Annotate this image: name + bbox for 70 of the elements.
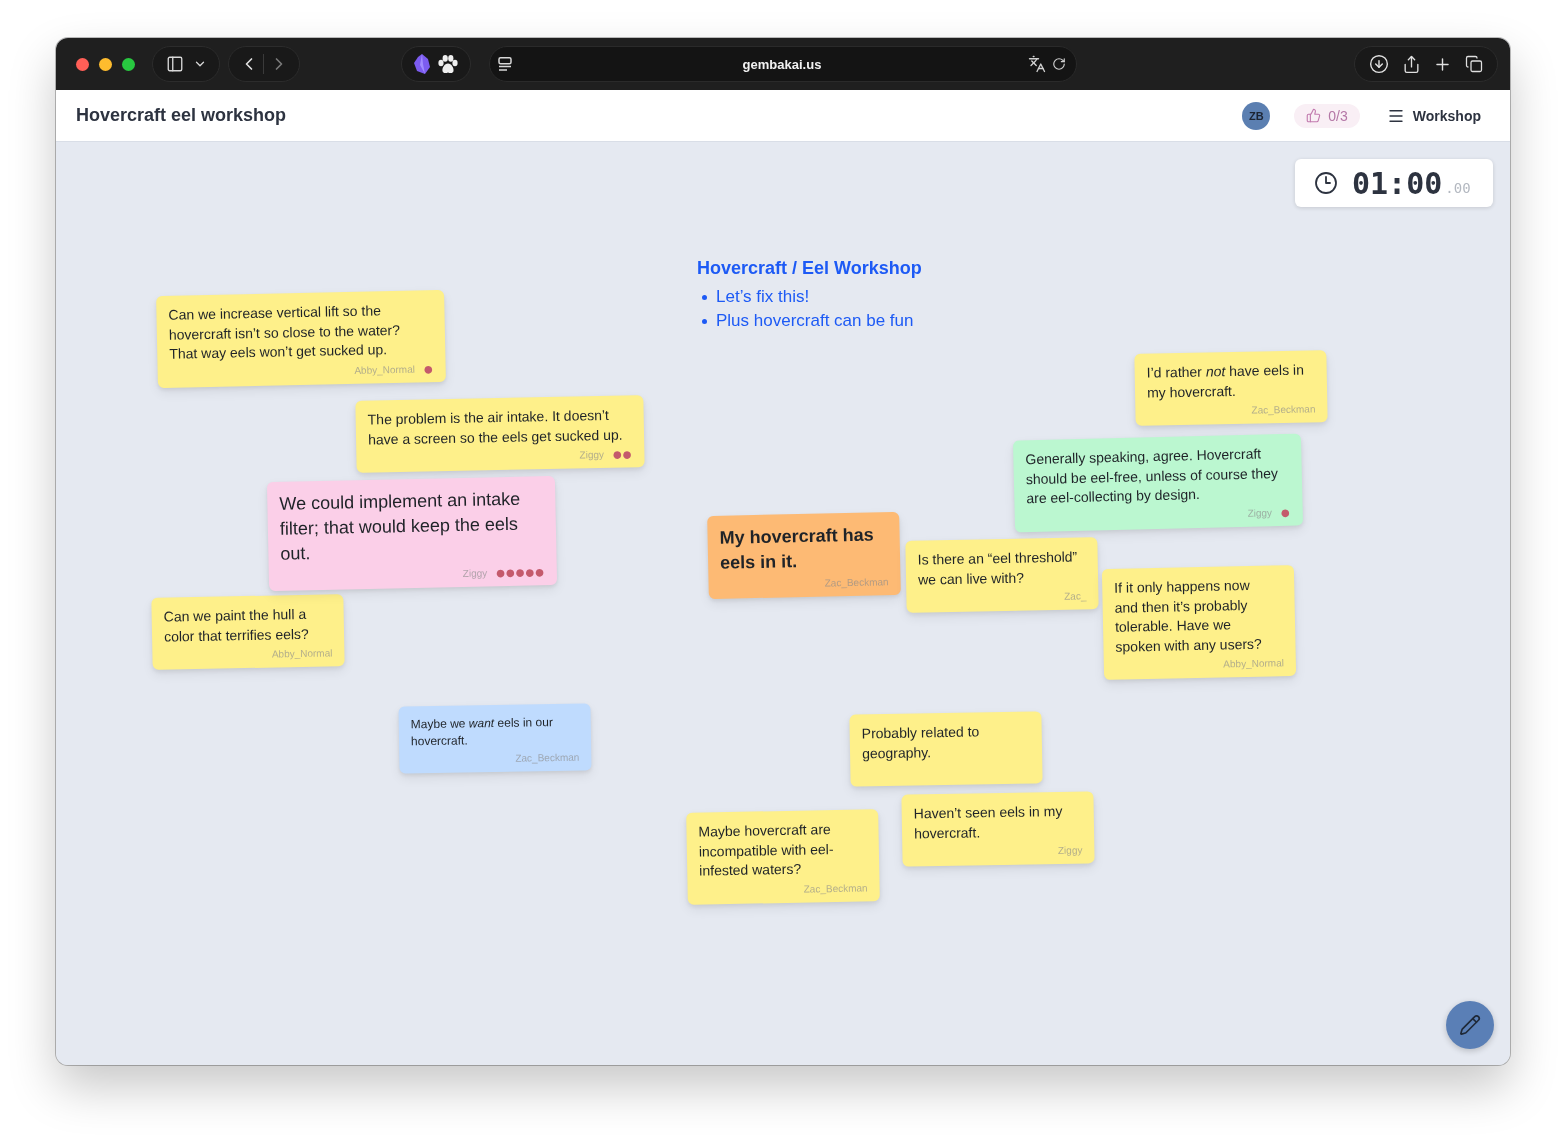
sticky-note[interactable]: I’d rather not have eels in my hovercraft. Zac_Beckman <box>1134 350 1328 426</box>
sticky-note[interactable]: The problem is the air intake. It doesn’t have a screen so the eels get sucked up. Ziggy ●● <box>355 395 645 473</box>
vote-indicator: ● <box>1280 505 1291 520</box>
note-author: Zac_ <box>1064 589 1087 604</box>
note-text: We could implement an intake filter; that would keep the eels out. <box>279 487 522 567</box>
sidebar-icon[interactable] <box>165 55 184 73</box>
note-author: Zac_Beckman <box>1251 402 1316 418</box>
note-text: My hovercraft has eels in it. <box>719 523 875 575</box>
sticky-note[interactable]: My hovercraft has eels in it. Zac_Beckman <box>707 512 901 600</box>
crystal-icon[interactable] <box>414 54 430 74</box>
url-text: gembakai.us <box>742 56 822 72</box>
vote-indicator: ● <box>423 362 434 377</box>
note-text: I’d rather not have eels in my hovercraft. <box>1146 360 1306 403</box>
bullet-icon <box>702 294 707 300</box>
user-avatar[interactable]: ZB <box>1242 101 1271 130</box>
agenda-item: Plus hovercraft can be fun <box>716 310 914 332</box>
note-text: Haven’t seen eels in my hovercraft. <box>913 801 1064 844</box>
timer-fraction: .00 <box>1445 180 1471 196</box>
sticky-note[interactable]: Maybe we want eels in our hovercraft. Zac_Beckman <box>398 703 592 774</box>
thumbs-up-icon <box>1306 108 1322 123</box>
sticky-note[interactable]: Maybe hovercraft are incompatible with eel-infested waters? Zac_Beckman <box>686 809 880 905</box>
bullet-icon <box>702 318 707 324</box>
page-icon[interactable] <box>498 57 512 71</box>
pencil-icon <box>1459 1014 1481 1036</box>
address-bar[interactable]: gembakai.us <box>489 46 1077 82</box>
fullscreen-icon[interactable] <box>122 57 135 71</box>
minimize-icon[interactable] <box>99 57 112 71</box>
note-text: Maybe hovercraft are incompatible with eel-infested waters? <box>698 820 835 881</box>
agenda-item: Let’s fix this! <box>716 286 810 308</box>
timer-display: 01:00 <box>1352 165 1443 201</box>
translate-icon[interactable] <box>1028 55 1046 73</box>
note-author: Zac_Beckman <box>515 750 580 766</box>
note-author: Ziggy <box>462 566 488 581</box>
sticky-note[interactable]: Can we increase vertical lift so the hovercraft isn’t so close to the water? That way eels won’t get sucked up. Abby_Normal ● <box>156 290 446 388</box>
paw-icon[interactable] <box>438 54 458 74</box>
note-text: Maybe we want eels in our hovercraft. <box>410 714 554 750</box>
note-author: Abby_Normal <box>271 646 333 662</box>
clock-icon <box>1314 171 1338 195</box>
sticky-note[interactable]: Haven’t seen eels in my hovercraft. Ziggy <box>901 791 1095 867</box>
sticky-note[interactable]: Is there an “eel threshold” we can live with? Zac_ <box>905 537 1099 613</box>
note-author: Ziggy <box>1247 506 1273 521</box>
sticky-note[interactable]: We could implement an intake filter; that would keep the eels out. Ziggy ●●●●● <box>266 476 558 591</box>
note-author: Ziggy <box>579 448 605 463</box>
note-author: Zac_Beckman <box>803 881 868 897</box>
note-text: Is there an “eel threshold” we can live with? <box>917 547 1079 590</box>
sticky-note[interactable]: Generally speaking, agree. Hovercraft should be eel-free, unless of course they are eel-collecting by design. Ziggy ● <box>1012 433 1304 533</box>
download-icon[interactable] <box>1369 54 1390 74</box>
note-text: Generally speaking, agree. Hovercraft should be eel-free, unless of course they are eel-collecting by design. <box>1025 444 1280 509</box>
note-text: If it only happens now and then it’s probably tolerable. Have we spoken with any users? <box>1114 575 1263 657</box>
note-author: Zac_Beckman <box>824 575 889 591</box>
share-icon[interactable] <box>1401 54 1421 74</box>
note-text: The problem is the air intake. It doesn’t have a screen so the eels get sucked up. <box>367 405 624 450</box>
note-author: Abby_Normal <box>354 362 416 378</box>
note-author: Ziggy <box>1057 843 1083 859</box>
note-author: Abby_Normal <box>1223 656 1284 672</box>
workshop-title: Hovercraft eel workshop <box>76 105 288 126</box>
note-text: Probably related to geography. <box>861 722 981 764</box>
close-icon[interactable] <box>76 57 89 71</box>
vote-indicator: ●●●●● <box>496 564 545 580</box>
reload-icon[interactable] <box>1052 57 1066 71</box>
sticky-note[interactable]: If it only happens now and then it’s probably tolerable. Have we spoken with any users? Abby_Normal <box>1101 565 1297 681</box>
sticky-note[interactable]: Probably related to geography. <box>849 711 1043 787</box>
edit-button[interactable] <box>1446 1001 1494 1049</box>
note-text: Can we increase vertical lift so the hovercraft isn’t so close to the water? That way eels won’t get sucked up. <box>168 301 402 364</box>
menu-button[interactable]: Workshop <box>1386 106 1481 125</box>
note-text: Can we paint the hull a color that terrifies eels? <box>163 604 310 647</box>
tabs-icon[interactable] <box>1464 55 1483 73</box>
sticky-note[interactable]: Can we paint the hull a color that terrifies eels? Abby_Normal <box>151 594 345 670</box>
vote-indicator: ●● <box>612 447 633 462</box>
agenda-title: Hovercraft / Eel Workshop <box>697 257 922 279</box>
